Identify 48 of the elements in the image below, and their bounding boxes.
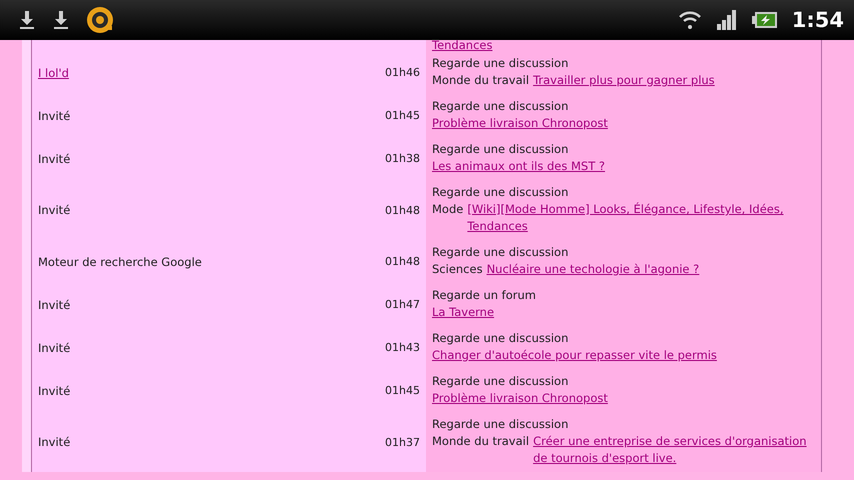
topic-link[interactable]: Nucléaire une techologie à l'agonie ? bbox=[486, 261, 700, 278]
time-text: 01h48 bbox=[385, 204, 420, 216]
user-name: Invité bbox=[38, 152, 70, 166]
time-text: 01h38 bbox=[385, 152, 420, 165]
download-icon[interactable] bbox=[18, 10, 36, 30]
download-icon[interactable] bbox=[52, 10, 70, 30]
user-name: Invité bbox=[38, 384, 70, 398]
action-text: Regarde une discussion bbox=[432, 374, 568, 388]
action-text: Regarde une discussion bbox=[432, 331, 568, 345]
category-text: Monde du travail bbox=[432, 72, 530, 89]
time-text: 01h43 bbox=[385, 341, 420, 354]
action-text: Regarde un forum bbox=[432, 288, 536, 302]
user-name: Invité bbox=[38, 108, 70, 122]
time-text: 01h46 bbox=[385, 66, 420, 79]
time-text: 01h45 bbox=[385, 384, 420, 397]
user-link[interactable]: I lol'd bbox=[38, 66, 69, 80]
user-name: Invité bbox=[38, 435, 70, 449]
action-text: Regarde une discussion bbox=[432, 417, 568, 431]
clock-time: 1:54 bbox=[792, 8, 844, 32]
signal-icon bbox=[716, 9, 738, 31]
action-text: Regarde une discussion bbox=[432, 245, 568, 259]
category-text: Sciences bbox=[432, 261, 483, 278]
action-text: Regarde une discussion bbox=[432, 185, 568, 199]
topic-link[interactable]: Problème livraison Chronopost bbox=[432, 390, 608, 407]
time-text: 01h45 bbox=[385, 109, 420, 122]
user-name: Invité bbox=[38, 298, 70, 312]
topic-link[interactable]: Travailler plus pour gagner plus bbox=[533, 72, 715, 89]
action-text: Regarde une discussion bbox=[432, 56, 568, 70]
category-text: Mode bbox=[432, 201, 464, 218]
topic-link[interactable]: Créer une entreprise de services d'organisation de tournois d'esport live. bbox=[533, 433, 815, 467]
battery-icon bbox=[752, 11, 778, 29]
topic-link[interactable]: Les animaux ont ils des MST ? bbox=[432, 158, 606, 175]
topic-link[interactable]: Problème livraison Chronopost bbox=[432, 115, 608, 132]
topic-link[interactable]: Tendances bbox=[432, 38, 492, 52]
topic-link[interactable]: La Taverne bbox=[432, 304, 494, 321]
topic-link[interactable]: Changer d'autoécole pour repasser vite le permis bbox=[432, 347, 717, 364]
time-text: 01h37 bbox=[385, 436, 420, 448]
category-text: Monde du travail bbox=[432, 433, 530, 450]
topic-link[interactable]: [Wiki][Mode Homme] Looks, Élégance, Lifestyle, Idées, Tendances bbox=[467, 201, 815, 235]
user-name: Invité bbox=[38, 340, 70, 354]
time-text: 01h47 bbox=[385, 298, 420, 311]
wifi-icon bbox=[678, 9, 702, 31]
user-name: Invité bbox=[38, 203, 70, 217]
action-text: Regarde une discussion bbox=[432, 142, 568, 156]
time-text: 01h48 bbox=[385, 255, 420, 268]
user-name: Moteur de recherche Google bbox=[38, 254, 202, 268]
action-text: Regarde une discussion bbox=[432, 99, 568, 113]
target-icon[interactable] bbox=[86, 6, 114, 34]
